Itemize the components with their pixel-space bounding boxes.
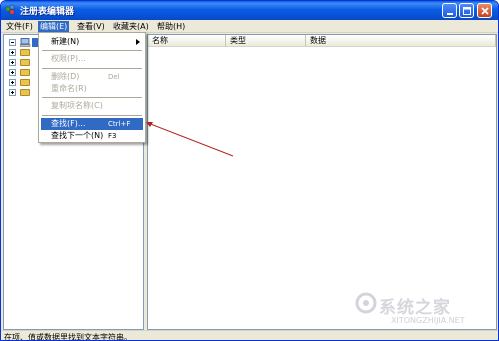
menu-file[interactable]: 文件(F) [4, 21, 35, 32]
menu-item-new[interactable]: 新建(N) [41, 36, 143, 48]
menu-item-find[interactable]: 查找(F)... Ctrl+F [41, 118, 143, 130]
menu-item-label: 新建(N) [51, 37, 80, 46]
tree-item[interactable] [4, 78, 34, 87]
folder-icon [20, 69, 30, 76]
column-header-data[interactable]: 数据 [306, 35, 496, 47]
minimize-button[interactable] [442, 3, 457, 18]
folder-icon [20, 49, 30, 56]
menu-item-copy-key-name[interactable]: 复制项名称(C) [41, 100, 143, 112]
close-icon [481, 7, 489, 15]
expand-icon[interactable] [9, 59, 16, 66]
expand-icon[interactable] [9, 69, 16, 76]
menu-favorites[interactable]: 收藏夹(A) [111, 21, 151, 32]
menu-item-delete[interactable]: 删除(D) Del [41, 71, 143, 83]
folder-icon [20, 89, 30, 96]
computer-icon [20, 38, 31, 47]
submenu-arrow-icon [136, 39, 140, 45]
watermark-url: XITONGZHIJIA.NET [391, 316, 465, 325]
tree-item[interactable] [4, 58, 34, 67]
menu-item-find-next[interactable]: 查找下一个(N) F3 [41, 130, 143, 142]
maximize-button[interactable] [459, 3, 474, 18]
menu-item-rename[interactable]: 重命名(R) [41, 83, 143, 95]
menu-view[interactable]: 查看(V) [75, 21, 107, 32]
menu-item-permissions[interactable]: 权限(P)... [41, 53, 143, 65]
menu-separator [42, 97, 142, 98]
registry-editor-icon [5, 4, 15, 15]
status-bar: 在项、值或数据里找到文本字符串。 [1, 330, 498, 341]
window-title: 注册表编辑器 [20, 7, 75, 17]
tree-item[interactable] [4, 88, 34, 97]
status-text: 在项、值或数据里找到文本字符串。 [4, 333, 132, 341]
menu-help[interactable]: 帮助(H) [155, 21, 187, 32]
menu-separator [42, 115, 142, 116]
expand-icon[interactable] [9, 79, 16, 86]
column-header-type[interactable]: 类型 [226, 35, 306, 47]
minimize-icon [447, 13, 453, 15]
menu-item-label: 查找(F)... [51, 119, 86, 128]
watermark-text: 系统之家 [379, 298, 451, 318]
tree-item[interactable] [4, 68, 34, 77]
menu-item-label: 重命名(R) [51, 84, 87, 93]
watermark-logo: 系统之家 XITONGZHIJIA.NET [355, 290, 495, 330]
maximize-icon [463, 7, 471, 15]
menu-item-shortcut: Ctrl+F [108, 120, 131, 128]
menu-edit[interactable]: 编辑(E) [38, 21, 70, 32]
column-header-name[interactable]: 名称 [148, 35, 226, 47]
menu-item-label: 删除(D) [51, 72, 80, 81]
menu-item-label: 查找下一个(N) [51, 131, 104, 140]
expand-icon[interactable] [9, 89, 16, 96]
close-button[interactable] [477, 3, 492, 18]
menu-item-shortcut: F3 [108, 132, 117, 140]
values-list-pane[interactable]: 名称 类型 数据 [147, 34, 497, 330]
collapse-icon[interactable] [9, 39, 16, 46]
folder-icon [20, 79, 30, 86]
title-bar[interactable]: 注册表编辑器 [1, 1, 498, 20]
menu-item-label: 复制项名称(C) [51, 101, 103, 110]
folder-icon [20, 59, 30, 66]
expand-icon[interactable] [9, 49, 16, 56]
menu-item-shortcut: Del [108, 73, 120, 81]
menu-item-label: 权限(P)... [51, 54, 86, 63]
menu-separator [42, 50, 142, 51]
edit-menu-dropdown: 新建(N) 权限(P)... 删除(D) Del 重命名(R) 复制项名称(C)… [38, 32, 146, 143]
menu-separator [42, 68, 142, 69]
watermark-icon [355, 292, 377, 314]
tree-item[interactable] [4, 48, 34, 57]
